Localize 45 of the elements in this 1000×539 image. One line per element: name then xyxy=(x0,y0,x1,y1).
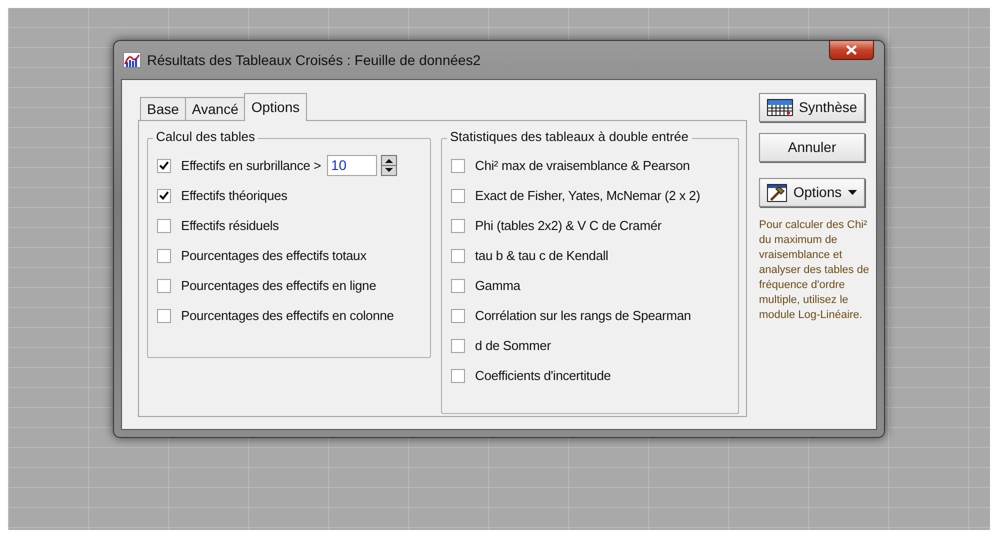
checkbox[interactable] xyxy=(157,218,171,232)
checkbox[interactable] xyxy=(157,278,171,292)
checkbox-label: Phi (tables 2x2) & V C de Cramér xyxy=(475,216,662,235)
table-icon xyxy=(766,99,793,116)
checkbox[interactable] xyxy=(157,308,171,322)
tab[interactable]: Avancé xyxy=(184,97,244,121)
checkbox-label: Chi² max de vraisemblance & Pearson xyxy=(475,156,690,175)
group-title: Statistiques des tableaux à double entrée xyxy=(447,129,692,145)
checkbox[interactable] xyxy=(451,188,465,202)
checkbox[interactable] xyxy=(451,248,465,262)
checkbox[interactable] xyxy=(157,188,171,202)
window-title: Résultats des Tableaux Croisés : Feuille de données2 xyxy=(147,50,481,70)
checkbox[interactable] xyxy=(451,158,465,172)
close-button[interactable] xyxy=(829,40,874,60)
checkbox-label: Pourcentages des effectifs totaux xyxy=(181,246,366,265)
checkbox-label: Coefficients d'incertitude xyxy=(475,366,611,385)
checkbox-label: Effectifs en surbrillance > xyxy=(181,156,321,175)
checkbox-label: Pourcentages des effectifs en ligne xyxy=(181,276,376,295)
tab[interactable]: Base xyxy=(140,97,185,121)
checkbox[interactable] xyxy=(451,338,465,352)
checkbox-label: Effectifs résiduels xyxy=(181,216,279,235)
close-icon xyxy=(846,45,857,55)
caret-icon xyxy=(848,190,857,195)
tab[interactable]: Options xyxy=(244,93,307,121)
push-button[interactable]: Options xyxy=(759,178,865,207)
checkbox-label: Gamma xyxy=(475,276,520,295)
spin-buttons[interactable] xyxy=(380,155,397,176)
help-text: Pour calculer des Chi² du maximum de vraisemblance et analyser des tables de fréquence d'ordre multiple, utilisez le module Log-Linéaire. xyxy=(759,218,870,323)
push-button[interactable]: Synthèse xyxy=(759,93,865,122)
checkbox-label: Effectifs théoriques xyxy=(181,186,288,205)
checkbox[interactable] xyxy=(451,368,465,382)
checkbox[interactable] xyxy=(157,248,171,262)
push-button[interactable]: Annuler xyxy=(759,133,865,162)
checkbox-label: Exact de Fisher, Yates, McNemar (2 x 2) xyxy=(475,186,700,205)
checkbox[interactable] xyxy=(451,218,465,232)
checkbox[interactable] xyxy=(451,278,465,292)
checkbox-label: d de Sommer xyxy=(475,336,551,355)
hammer-icon xyxy=(767,184,788,202)
checkbox[interactable] xyxy=(157,158,171,172)
checkbox-label: Corrélation sur les rangs de Spearman xyxy=(475,306,691,325)
checkbox-label: tau b & tau c de Kendall xyxy=(475,246,608,265)
number-field[interactable]: 10 xyxy=(326,155,377,176)
checkbox[interactable] xyxy=(451,308,465,322)
chart-icon xyxy=(123,52,141,68)
checkbox-label: Pourcentages des effectifs en colonne xyxy=(181,306,394,325)
